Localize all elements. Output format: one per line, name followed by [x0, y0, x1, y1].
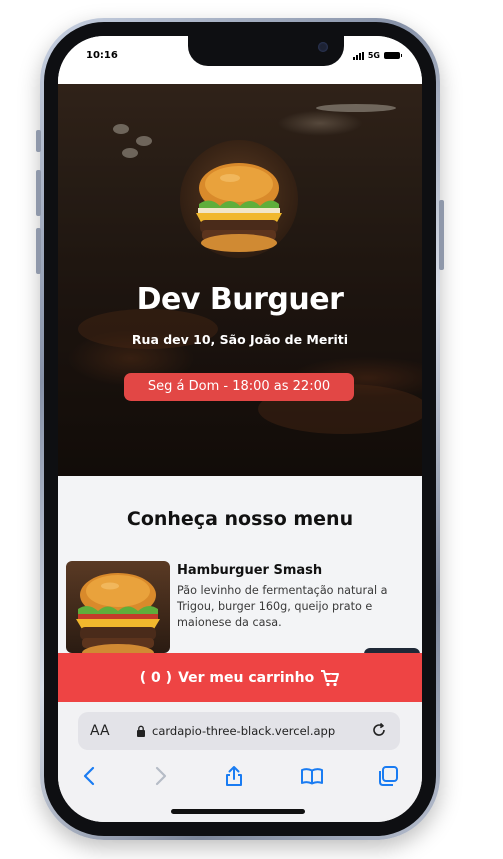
share-icon[interactable]: [222, 764, 246, 788]
home-indicator: [171, 809, 305, 814]
menu-title: Conheça nosso menu: [126, 508, 354, 530]
menu-section: Conheça nosso menu Hamburguer Smash Pão …: [58, 476, 422, 662]
restaurant-logo: [180, 140, 298, 258]
burger-image: [76, 573, 160, 653]
signal-icon: [352, 51, 364, 60]
restaurant-name: Dev Burguer: [136, 282, 344, 317]
restaurant-address: Rua dev 10, São João de Meriti: [131, 332, 349, 347]
browser-toolbar: AA cardapio-three-black.vercel.app: [58, 702, 422, 822]
menu-item-description: Pão levinho de fermentação natural a Tri…: [177, 584, 388, 629]
back-icon[interactable]: [78, 764, 102, 788]
reload-icon[interactable]: [370, 721, 388, 739]
cart-plus-icon: [320, 669, 340, 687]
forward-icon[interactable]: [148, 764, 172, 788]
cart-count: ( 0 ): [139, 669, 173, 686]
restaurant-hero: Dev Burguer Rua dev 10, São João de Meri…: [58, 84, 422, 476]
address-bar[interactable]: AA cardapio-three-black.vercel.app: [78, 712, 400, 750]
status-time: 10:16: [86, 50, 118, 61]
url-text: cardapio-three-black.vercel.app: [152, 724, 336, 738]
burger-image: [196, 163, 282, 252]
phone-screen: 10:16 5G Dev Burguer Rua dev 10, São Joã…: [58, 36, 422, 822]
power-button: [439, 200, 444, 270]
opening-hours-badge: Seg á Dom - 18:00 as 22:00: [124, 373, 354, 401]
lock-icon: [137, 725, 145, 737]
browser-nav-row: [58, 764, 422, 794]
status-indicators: 5G: [352, 51, 402, 60]
mute-switch: [36, 130, 41, 152]
notch: [188, 36, 344, 66]
text-size-button[interactable]: AA: [90, 723, 110, 739]
menu-item-image: [66, 561, 170, 653]
bookmarks-icon[interactable]: [300, 764, 324, 788]
menu-item-name: Hamburguer Smash: [177, 563, 323, 578]
volume-up-button: [36, 170, 41, 216]
cart-label: Ver meu carrinho: [178, 669, 315, 686]
tabs-icon[interactable]: [376, 764, 400, 788]
network-label: 5G: [367, 51, 380, 60]
volume-down-button: [36, 228, 41, 274]
battery-icon: [384, 52, 402, 59]
view-cart-button[interactable]: ( 0 ) Ver meu carrinho: [58, 653, 422, 702]
menu-item[interactable]: Hamburguer Smash Pão levinho de fermenta…: [66, 561, 422, 662]
front-camera: [318, 42, 328, 52]
